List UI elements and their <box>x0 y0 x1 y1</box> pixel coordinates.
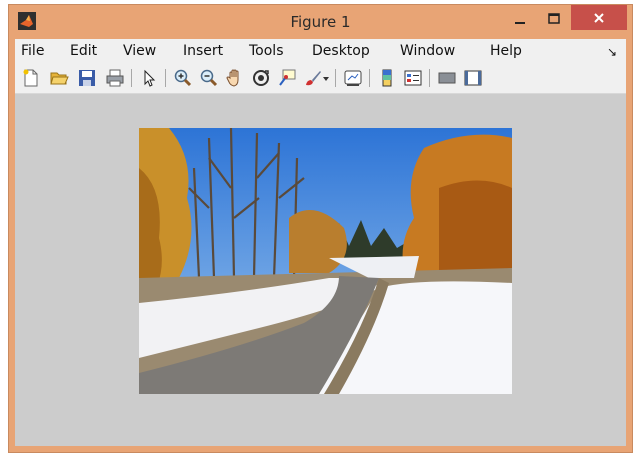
toolbar-separator <box>429 69 430 87</box>
minimize-button[interactable] <box>505 6 535 32</box>
hide-plot-tools-icon[interactable] <box>437 68 457 88</box>
print-icon[interactable] <box>105 68 125 88</box>
menu-bar: File Edit View Insert Tools Desktop Wind… <box>15 39 626 63</box>
brush-dropdown-icon[interactable] <box>321 68 331 88</box>
toolbar-separator <box>165 69 166 87</box>
legend-icon[interactable] <box>403 68 423 88</box>
menu-view[interactable]: View <box>123 43 156 59</box>
data-cursor-icon[interactable] <box>277 68 297 88</box>
close-icon <box>594 12 604 23</box>
figure-window: Figure 1 File Edit View Insert Tools Des… <box>8 4 633 453</box>
zoom-in-icon[interactable] <box>173 68 193 88</box>
maximize-icon <box>548 13 560 24</box>
toolbar-separator <box>335 69 336 87</box>
dock-arrow-icon[interactable]: ↘ <box>607 45 617 59</box>
brush-icon[interactable] <box>303 68 323 88</box>
menu-insert[interactable]: Insert <box>183 43 223 59</box>
menu-desktop[interactable]: Desktop <box>312 43 370 59</box>
toolbar-separator <box>131 69 132 87</box>
close-button[interactable] <box>571 5 627 30</box>
pan-hand-icon[interactable] <box>225 68 245 88</box>
menu-file[interactable]: File <box>21 43 44 59</box>
save-icon[interactable] <box>77 68 97 88</box>
minimize-icon <box>515 22 525 24</box>
colorbar-icon[interactable] <box>377 68 397 88</box>
menu-edit[interactable]: Edit <box>70 43 97 59</box>
menu-help[interactable]: Help <box>490 43 522 59</box>
figure-canvas <box>15 94 626 446</box>
pointer-icon[interactable] <box>139 68 159 88</box>
menu-window[interactable]: Window <box>400 43 455 59</box>
maximize-button[interactable] <box>539 6 569 32</box>
title-bar[interactable]: Figure 1 <box>9 5 632 38</box>
figure-toolbar <box>15 63 626 94</box>
show-plot-tools-icon[interactable] <box>463 68 483 88</box>
image-axes[interactable] <box>139 128 512 394</box>
toolbar-separator <box>369 69 370 87</box>
link-plot-icon[interactable] <box>343 68 363 88</box>
open-file-icon[interactable] <box>49 68 69 88</box>
menu-tools[interactable]: Tools <box>249 43 284 59</box>
right-tree-shadow <box>439 180 512 283</box>
new-figure-icon[interactable] <box>21 68 41 88</box>
rotate-3d-icon[interactable] <box>251 68 271 88</box>
zoom-out-icon[interactable] <box>199 68 219 88</box>
